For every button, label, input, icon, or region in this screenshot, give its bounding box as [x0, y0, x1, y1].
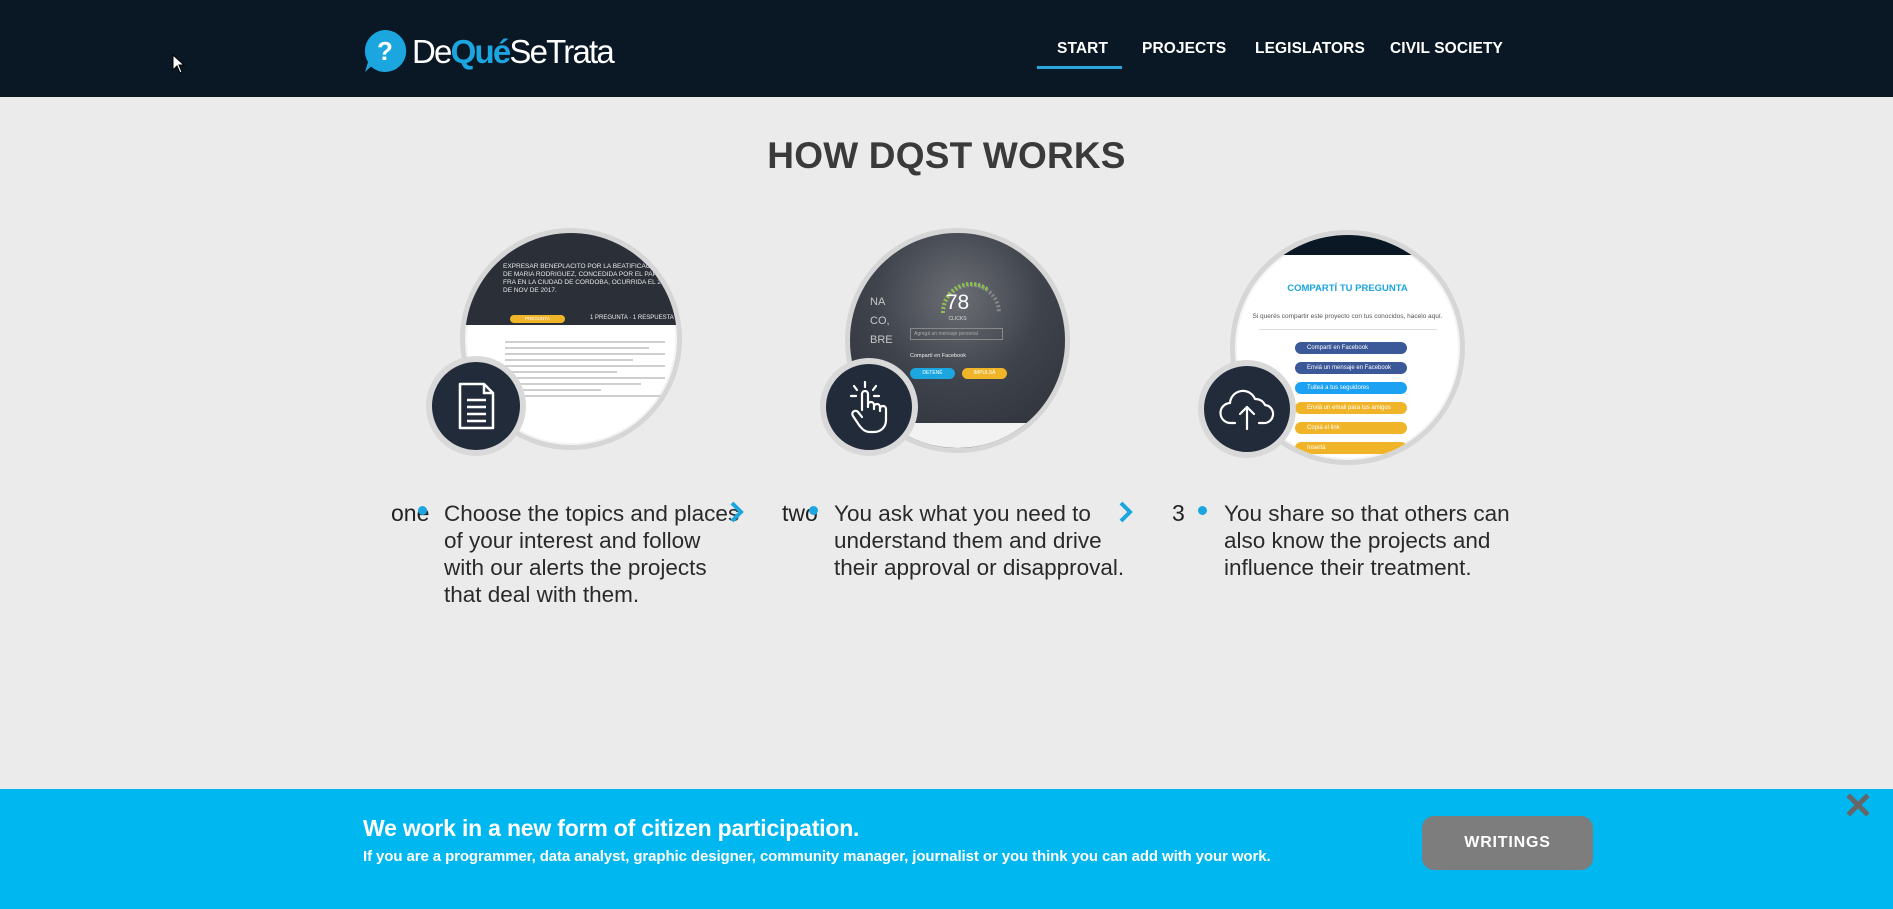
banner-headline: We work in a new form of citizen partici…	[363, 815, 860, 841]
share-checkbox-label: Compartí en Facebook	[910, 353, 966, 359]
participation-banner: We work in a new form of citizen partici…	[0, 789, 1893, 909]
embed-button: Insertá	[1295, 442, 1407, 454]
screen-stop-button: DETENÉ	[910, 368, 955, 379]
step-one-dot	[418, 506, 427, 515]
tweet-button: Tuiteá a tus seguidores	[1295, 382, 1407, 394]
share-subheading: Si querés compartir este proyecto con tu…	[1252, 313, 1443, 320]
step-three-badge	[1198, 360, 1296, 458]
site-logo[interactable]: ? DeQuéSeTrata	[362, 28, 615, 74]
nav-civil-society[interactable]: CIVIL SOCIETY	[1390, 40, 1503, 58]
share-facebook-button: Compartí en Facebook	[1295, 342, 1407, 354]
share-buttons-list: Compartí en Facebook Enviá un mensaje en…	[1295, 342, 1407, 460]
touch-hand-icon	[849, 380, 888, 434]
message-input: Agregá un mensaje personal	[910, 328, 1003, 340]
clicks-label: CLICKS	[948, 316, 967, 322]
nav-legislators[interactable]: LEGISLATORS	[1255, 40, 1365, 58]
step-three-dot	[1198, 506, 1207, 515]
svg-text:?: ?	[377, 36, 393, 66]
section-title: HOW DQST WORKS	[767, 135, 1126, 176]
chevron-right-icon	[730, 501, 744, 523]
step-one-text: Choose the topics and places of your int…	[444, 501, 740, 607]
step-two-text: You ask what you need to understand them…	[834, 501, 1125, 580]
nav-projects[interactable]: PROJECTS	[1142, 40, 1226, 58]
chevron-right-icon	[1119, 501, 1133, 523]
top-navbar: ? DeQuéSeTrata START PROJECTS LEGISLATOR…	[0, 0, 1893, 97]
share-heading: COMPARTÍ TU PREGUNTA	[1287, 283, 1408, 294]
nav-active-underline	[1037, 66, 1122, 69]
message-facebook-button: Enviá un mensaje en Facebook	[1295, 362, 1407, 374]
document-icon	[458, 382, 495, 430]
screen-side-text: BRE	[870, 334, 893, 346]
copy-link-button: Copiá el link	[1295, 422, 1407, 434]
writings-button[interactable]: WRITINGS	[1422, 816, 1593, 870]
logo-wordmark: DeQuéSeTrata	[412, 32, 615, 70]
step-three-text: You share so that others can also know t…	[1224, 501, 1510, 580]
email-button: Enviá un email para tus amigos	[1295, 402, 1407, 414]
step-two-dot	[809, 506, 818, 515]
step-one-badge	[426, 356, 526, 456]
banner-subline: If you are a programmer, data analyst, g…	[363, 848, 1271, 865]
screen-push-button: IMPULSÁ	[962, 368, 1007, 379]
step-two-badge	[820, 358, 918, 456]
question-bubble-icon: ?	[362, 28, 408, 74]
mouse-cursor-icon	[172, 54, 186, 74]
close-icon[interactable]	[1843, 789, 1873, 819]
screen-button: PREGUNTA	[510, 315, 565, 323]
cloud-upload-icon	[1219, 389, 1275, 431]
clicks-number: 78	[945, 291, 970, 314]
screen-counts: 1 PREGUNTA · 1 RESPUESTA	[590, 315, 674, 321]
step-three-number: 3	[1172, 500, 1185, 526]
nav-start[interactable]: START	[1057, 40, 1108, 58]
screen-heading: EXPRESAR BENEPLACITO POR LA BEATIFICACIO…	[503, 263, 665, 294]
